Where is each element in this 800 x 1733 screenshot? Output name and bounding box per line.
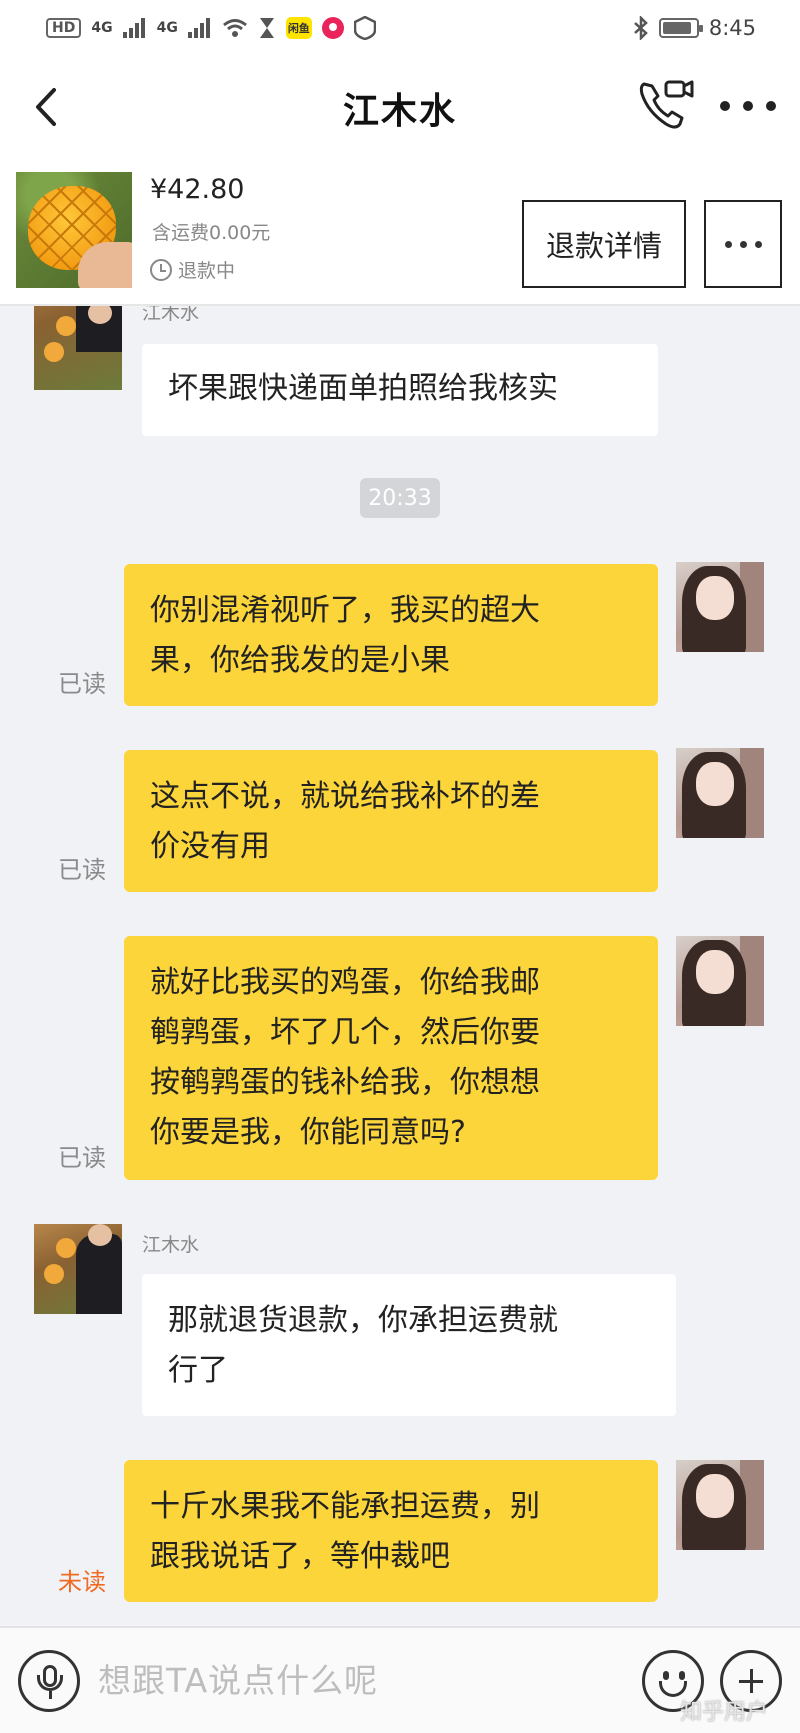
microphone-icon[interactable] [18,1650,80,1712]
product-more-button[interactable] [704,200,782,288]
product-shipping: 含运费0.00元 [152,222,271,244]
message-line: 这点不说，就说给我补坏的差 [150,779,540,814]
back-arrow-icon[interactable] [28,82,68,132]
bluetooth-icon [633,16,648,40]
shield-hand-icon [353,16,376,40]
top-nav: 江木水 [0,56,800,160]
xianyu-app-icon: 闲鱼 [285,17,312,39]
read-status: 已读 [58,1144,106,1172]
message-line: 十斤水果我不能承担运费，别 [150,1489,540,1524]
message-line: 坏果跟快递面单拍照给我核实 [168,371,558,406]
message-line: 跟我说话了，等仲裁吧 [150,1539,450,1574]
message-line: 行了 [168,1353,228,1388]
clock-icon [150,258,172,281]
message-line: 那就退货退款，你承担运费就 [168,1303,558,1338]
product-status-label: 退款中 [178,260,236,282]
status-bar: HD 4G 4G 闲鱼 8:45 [0,0,800,56]
message-bubble[interactable]: 十斤水果我不能承担运费，别 跟我说话了，等仲裁吧 [124,1460,658,1602]
product-thumbnail[interactable] [16,172,132,288]
wifi-icon [222,19,247,37]
product-price: ¥42.80 [150,174,245,205]
buyer-avatar[interactable] [676,748,764,838]
product-bar: ¥42.80 含运费0.00元 退款中 退款详情 [0,160,800,306]
message-line: 果，你给我发的是小果 [150,643,450,678]
message-line: 你要是我，你能同意吗? [150,1115,466,1150]
buyer-avatar[interactable] [676,562,764,652]
message-bubble[interactable]: 坏果跟快递面单拍照给我核实 [142,344,658,436]
time-divider: 20:33 [360,478,440,518]
status-right: 8:45 [633,16,756,40]
battery-icon [658,18,703,38]
message-line: 价没有用 [150,829,270,864]
chat-area[interactable]: 江木水 坏果跟快递面单拍照给我核实 20:33 已读 你别混淆视听了，我买的超大… [0,306,800,1626]
hd-badge: HD [46,18,82,38]
status-left: HD 4G 4G 闲鱼 [46,16,376,40]
watermark: 知乎用户 [680,1700,769,1725]
signal-1-label: 4G [91,20,113,36]
message-line: 你别混淆视听了，我买的超大 [150,593,540,628]
buyer-avatar[interactable] [676,936,764,1026]
message-line: 就好比我买的鸡蛋，你给我邮 [150,965,540,1000]
page-title: 江木水 [342,91,457,132]
input-bar: 想跟TA说点什么呢 知乎用户 [0,1626,800,1733]
refund-details-button[interactable]: 退款详情 [522,200,686,288]
message-bubble[interactable]: 你别混淆视听了，我买的超大 果，你给我发的是小果 [124,564,658,706]
hourglass-icon [259,18,274,38]
message-input[interactable]: 想跟TA说点什么呢 [98,1654,378,1702]
message-bubble[interactable]: 就好比我买的鸡蛋，你给我邮 鹌鹑蛋，坏了几个，然后你要 按鹌鹑蛋的钱补给我，你想… [124,936,658,1180]
signal-2-icon [187,18,210,38]
more-options-icon[interactable] [720,91,776,121]
product-status: 退款中 [150,256,235,283]
seller-avatar[interactable] [34,306,122,390]
seller-avatar[interactable] [34,1224,122,1314]
read-status: 已读 [58,670,106,698]
unread-status: 未读 [58,1568,106,1596]
signal-2-label: 4G [156,20,178,36]
buyer-avatar[interactable] [676,1460,764,1550]
status-time: 8:45 [708,16,756,40]
phone-video-call-icon[interactable] [636,76,696,136]
sender-name: 江木水 [142,306,200,324]
message-line: 鹌鹑蛋，坏了几个，然后你要 [150,1015,540,1050]
read-status: 已读 [58,856,106,884]
sender-name: 江木水 [142,1234,200,1256]
message-line: 按鹌鹑蛋的钱补给我，你想想 [150,1065,540,1100]
message-bubble[interactable]: 那就退货退款，你承担运费就 行了 [142,1274,676,1416]
music-app-icon [321,17,344,39]
signal-1-icon [122,18,145,38]
message-bubble[interactable]: 这点不说，就说给我补坏的差 价没有用 [124,750,658,892]
